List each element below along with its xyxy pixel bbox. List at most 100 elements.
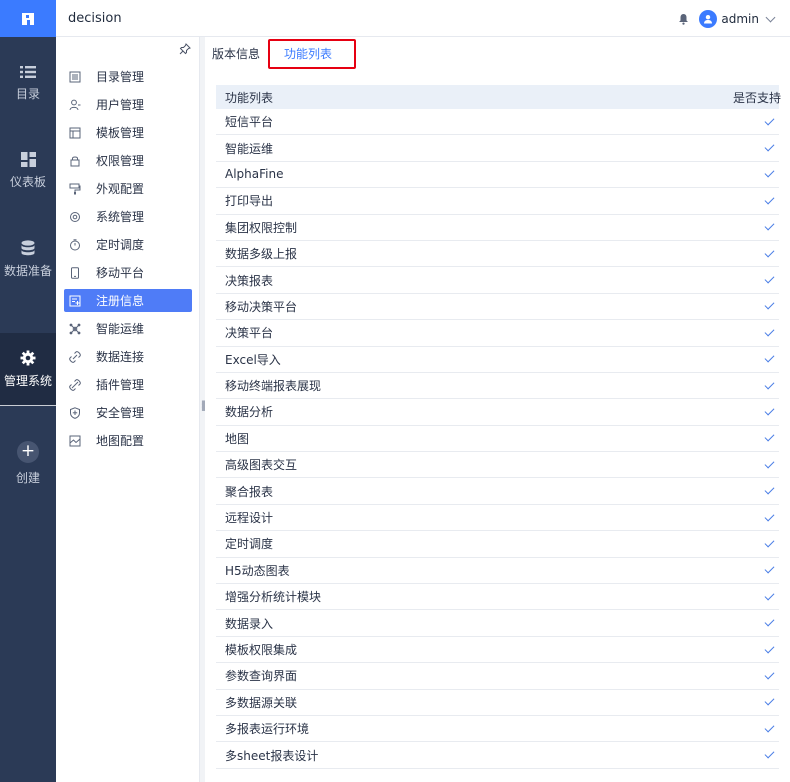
table-body: 短信平台 智能运维 AlphaFine 打印导出 集团权限控制 数据多级上报 决策报表 移动决… — [216, 109, 779, 769]
sub-item-map[interactable]: 地图配置 — [64, 429, 192, 452]
table-row: 多报表运行环境 — [216, 716, 779, 743]
feature-name: 智能运维 — [225, 141, 274, 156]
sub-item-registration[interactable]: 注册信息 — [64, 289, 192, 312]
sub-item-label: 模板管理 — [96, 126, 145, 140]
table-row: 模板权限集成 — [216, 637, 779, 664]
link-icon — [68, 350, 82, 364]
plugin-icon — [68, 378, 82, 392]
check-icon — [764, 484, 775, 495]
table-row: 打印导出 — [216, 188, 779, 215]
feature-name: 数据多级上报 — [225, 247, 298, 262]
table-row: 地图 — [216, 426, 779, 453]
nav-label: 数据准备 — [3, 263, 52, 278]
tab-version-info[interactable]: 版本信息 — [212, 45, 260, 62]
check-icon — [764, 115, 775, 126]
sub-item-appearance[interactable]: 外观配置 — [64, 177, 192, 200]
sub-item-mobile[interactable]: 移动平台 — [64, 261, 192, 284]
table-row: 远程设计 — [216, 505, 779, 532]
list-icon — [20, 65, 36, 78]
sub-item-users[interactable]: 用户管理 — [64, 93, 192, 116]
nav-item-data-prep[interactable]: 数据准备 — [0, 223, 56, 295]
paint-roller-icon — [68, 182, 82, 196]
sub-item-security[interactable]: 安全管理 — [64, 401, 192, 424]
feature-name: 定时调度 — [225, 537, 274, 552]
chevron-down-icon — [765, 12, 776, 22]
nav-label: 目录 — [15, 86, 40, 101]
feature-name: 远程设计 — [225, 511, 274, 526]
template-icon — [68, 126, 82, 140]
sub-item-plugins[interactable]: 插件管理 — [64, 373, 192, 396]
sub-item-system[interactable]: 系统管理 — [64, 205, 192, 228]
table-row: 参数查询界面 — [216, 663, 779, 690]
sub-item-label: 地图配置 — [96, 434, 145, 448]
sub-item-templates[interactable]: 模板管理 — [64, 121, 192, 144]
dashboard-icon — [20, 152, 36, 167]
sub-item-data-connection[interactable]: 数据连接 — [64, 345, 192, 368]
table-row: 智能运维 — [216, 135, 779, 162]
feature-name: 短信平台 — [225, 115, 274, 130]
sub-item-label: 目录管理 — [96, 70, 145, 84]
sub-item-catalog[interactable]: 目录管理 — [64, 65, 192, 88]
nav-item-catalog[interactable]: 目录 — [0, 47, 56, 119]
feature-name: 聚合报表 — [225, 484, 274, 499]
check-icon — [764, 220, 775, 231]
feature-name: AlphaFine — [225, 167, 284, 182]
main-content: 版本信息 功能列表 功能列表 是否支持 短信平台 智能运维 AlphaFine 打印导… — [205, 37, 790, 782]
nav-label: 仪表板 — [9, 175, 46, 189]
sub-item-label: 外观配置 — [96, 182, 145, 196]
feature-name: H5动态图表 — [225, 563, 290, 578]
user-icon — [704, 15, 713, 24]
check-icon — [764, 141, 775, 152]
table-row: 决策平台 — [216, 320, 779, 347]
pin-icon[interactable] — [179, 43, 191, 55]
nav-item-admin[interactable]: 管理系统 — [0, 333, 56, 405]
feature-name: 集团权限控制 — [225, 220, 298, 235]
catalog-icon — [68, 70, 82, 84]
table-row: 数据多级上报 — [216, 241, 779, 268]
top-bar: decision admin — [0, 0, 790, 37]
table-row: 多sheet报表设计 — [216, 742, 779, 769]
table-row: H5动态图表 — [216, 558, 779, 585]
check-icon — [764, 194, 775, 205]
timer-icon — [68, 238, 82, 252]
sub-item-label: 系统管理 — [96, 210, 145, 224]
sub-item-label: 权限管理 — [96, 154, 145, 168]
user-icon — [68, 98, 82, 112]
table-row: 决策报表 — [216, 267, 779, 294]
check-icon — [764, 299, 775, 310]
table-row: Excel导入 — [216, 347, 779, 373]
table-row: 集团权限控制 — [216, 215, 779, 241]
nav-item-dashboard[interactable]: 仪表板 — [0, 135, 56, 207]
sub-item-label: 用户管理 — [96, 98, 145, 112]
check-icon — [764, 669, 775, 680]
nav-label: 管理系统 — [3, 373, 52, 388]
user-area: admin — [678, 10, 776, 28]
check-icon — [764, 563, 775, 574]
check-icon — [764, 431, 775, 442]
sub-item-scheduling[interactable]: 定时调度 — [64, 233, 192, 256]
nav-item-create[interactable]: + 创建 — [0, 427, 56, 499]
check-icon — [764, 352, 775, 363]
user-menu[interactable]: admin — [699, 10, 776, 28]
check-icon — [764, 695, 775, 706]
check-icon — [764, 511, 775, 521]
check-icon — [764, 379, 775, 390]
feature-name: 数据录入 — [225, 616, 274, 631]
sub-item-permissions[interactable]: 权限管理 — [64, 149, 192, 172]
table-row: 聚合报表 — [216, 478, 779, 505]
table-row: 移动终端报表展现 — [216, 373, 779, 400]
check-icon — [764, 748, 775, 759]
sub-item-ops[interactable]: 智能运维 — [64, 317, 192, 340]
bell-icon[interactable] — [678, 13, 689, 25]
sub-nav: 目录管理 用户管理 模板管理 权限管理 外观配置 系统管理 定时调度 移动平台 … — [56, 37, 200, 782]
avatar — [699, 10, 718, 28]
nav-label: 创建 — [15, 470, 40, 485]
ops-icon — [68, 322, 82, 336]
table-row: 短信平台 — [216, 109, 779, 136]
check-icon — [764, 247, 775, 258]
table-row: 数据分析 — [216, 399, 779, 426]
map-icon — [68, 434, 82, 448]
app-logo[interactable] — [0, 0, 56, 37]
sub-item-label: 数据连接 — [96, 350, 145, 364]
app-title: decision — [68, 11, 122, 26]
